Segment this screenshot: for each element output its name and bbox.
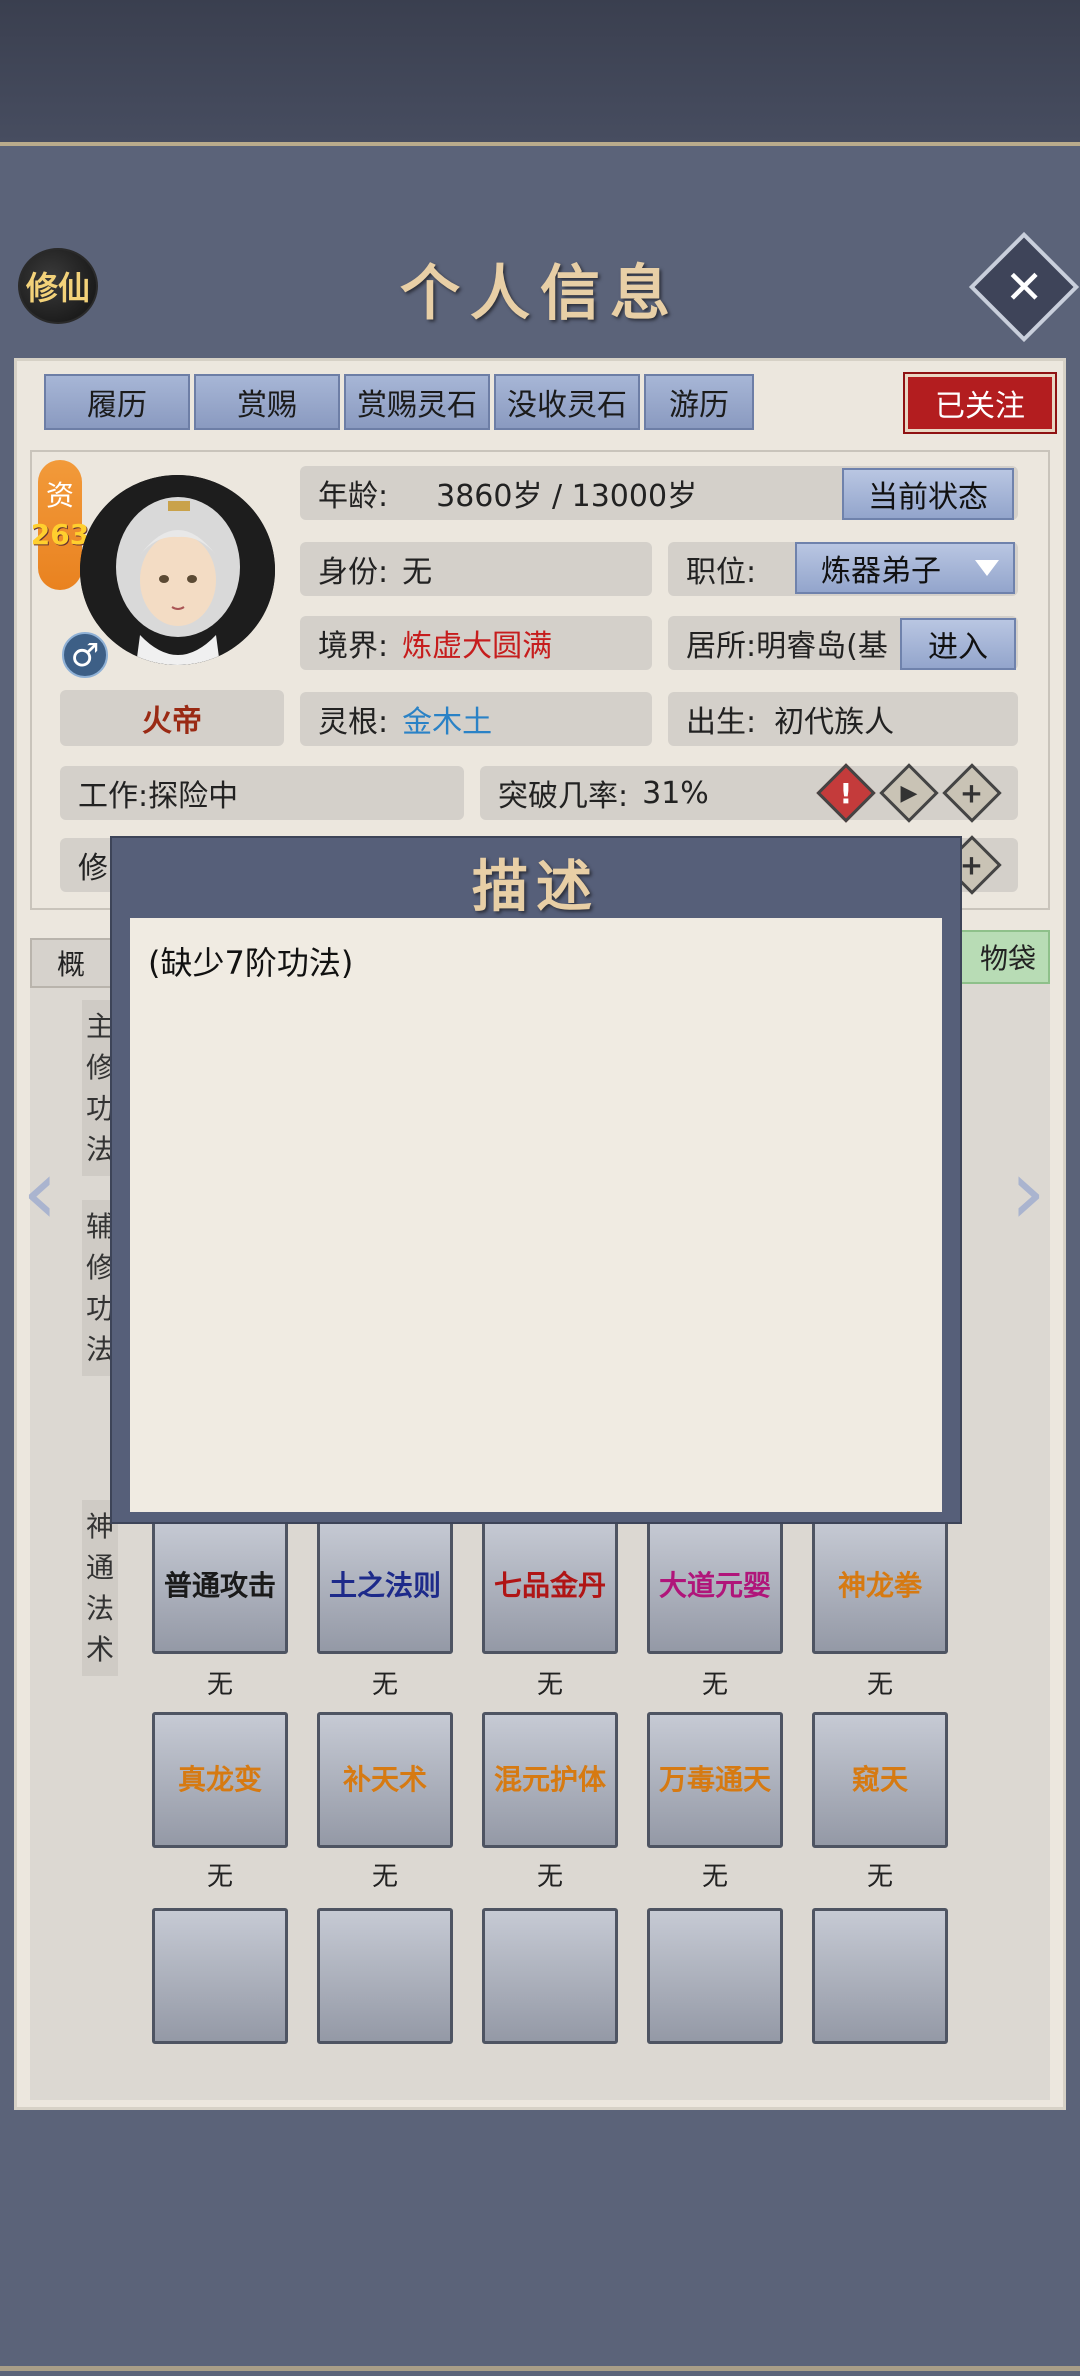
residence-value: 明睿岛(基 [756, 629, 888, 664]
modal-title: 描述 [472, 854, 600, 920]
label-char: 法 [85, 1592, 114, 1625]
label-char: 术 [85, 1633, 114, 1666]
skill-status: 无 [371, 1862, 398, 1892]
skill-tile[interactable]: 窥天 [812, 1712, 948, 1848]
followed-button[interactable]: 已关注 [905, 374, 1055, 432]
xiuxian-badge[interactable]: 修仙 [18, 248, 98, 324]
skill-status: 无 [536, 1862, 563, 1892]
work-label: 工作: [78, 779, 149, 814]
previous-arrow-icon[interactable]: ‹ [22, 1140, 58, 1245]
skill-status: 无 [536, 1670, 563, 1700]
skill-tile[interactable]: 神龙拳 [812, 1518, 948, 1654]
tab-confiscate-spirit-stone[interactable]: 没收灵石 [494, 374, 640, 430]
tab-travel[interactable]: 游历 [644, 374, 754, 430]
tab-overview[interactable]: 概 [30, 938, 112, 988]
skill-name: 神龙拳 [837, 1569, 922, 1602]
plus-icon: + [960, 848, 984, 882]
skill-name: 七品金丹 [493, 1569, 606, 1602]
aptitude-value: 263 [30, 518, 90, 551]
skill-tile[interactable]: 土之法则 [317, 1518, 453, 1654]
empty-skill-slot[interactable] [812, 1908, 948, 2044]
label-char: 通 [85, 1551, 114, 1584]
skill-status: 无 [701, 1670, 728, 1700]
hidden-row-label: 修 [78, 851, 108, 886]
realm-row: 境界: 炼虚大圆满 [300, 616, 652, 670]
next-arrow-icon[interactable]: › [1010, 1140, 1046, 1245]
avatar-portrait [80, 475, 275, 665]
skill-tile[interactable]: 大道元婴 [647, 1518, 783, 1654]
spirit-root-row: 灵根: 金木土 [300, 692, 652, 746]
realm-label: 境界: [318, 629, 389, 664]
current-status-button[interactable]: 当前状态 [842, 468, 1014, 520]
residence-label: 居所: [686, 629, 757, 664]
birth-row: 出生: 初代族人 [668, 692, 1018, 746]
page-title: 个人信息 [400, 259, 680, 329]
close-icon: ✕ [1004, 259, 1044, 314]
tab-history[interactable]: 履历 [44, 374, 190, 430]
skill-status: 无 [866, 1670, 893, 1700]
empty-skill-slot[interactable] [647, 1908, 783, 2044]
skill-tile[interactable]: 混元护体 [482, 1712, 618, 1848]
skill-status: 无 [206, 1862, 233, 1892]
avatar[interactable] [80, 475, 275, 665]
skill-tile[interactable]: 真龙变 [152, 1712, 288, 1848]
male-gender-icon: ♂ [62, 632, 108, 678]
aptitude-label: 资 [45, 479, 74, 512]
bottom-divider [0, 2366, 1080, 2371]
skill-tile[interactable]: 普通攻击 [152, 1518, 288, 1654]
skill-name: 补天术 [342, 1763, 427, 1796]
enter-button[interactable]: 进入 [900, 618, 1016, 670]
tab-reward-spirit-stone[interactable]: 赏赐灵石 [344, 374, 490, 430]
play-icon: ▶ [900, 780, 918, 806]
top-band [0, 0, 1080, 142]
skill-status: 无 [866, 1862, 893, 1892]
character-name: 火帝 [60, 690, 284, 746]
skill-tile[interactable]: 补天术 [317, 1712, 453, 1848]
realm-value: 炼虚大圆满 [402, 629, 553, 664]
skill-name: 混元护体 [493, 1763, 606, 1796]
birth-value: 初代族人 [774, 705, 895, 740]
skill-name: 普通攻击 [163, 1569, 276, 1602]
work-row: 工作: 探险中 [60, 766, 464, 820]
skill-status: 无 [701, 1862, 728, 1892]
plus-icon: + [960, 776, 984, 810]
spirit-root-value: 金木土 [402, 705, 493, 740]
skill-name: 大道元婴 [658, 1569, 771, 1602]
position-label: 职位: [686, 555, 757, 590]
dropdown-arrow-icon [975, 560, 999, 576]
breakthrough-label: 突破几率: [498, 779, 629, 814]
identity-row: 身份: 无 [300, 542, 652, 596]
skill-name: 土之法则 [328, 1569, 441, 1602]
identity-value: 无 [402, 555, 433, 590]
alert-icon: ! [839, 776, 853, 810]
spirit-root-label: 灵根: [318, 705, 389, 740]
skill-name: 真龙变 [177, 1763, 262, 1796]
position-select[interactable]: 炼器弟子 [795, 542, 1015, 594]
age-value: 3860岁 / 13000岁 [436, 479, 698, 514]
position-value: 炼器弟子 [821, 554, 941, 589]
tab-bag[interactable]: 物袋 [950, 930, 1050, 984]
skill-name: 窥天 [851, 1763, 908, 1796]
age-label: 年龄: [318, 479, 389, 514]
birth-label: 出生: [686, 705, 757, 740]
skill-name: 万毒通天 [658, 1763, 771, 1796]
tab-reward[interactable]: 赏赐 [194, 374, 340, 430]
identity-label: 身份: [318, 555, 389, 590]
modal-body: (缺少7阶功法) [130, 918, 942, 1512]
breakthrough-value: 31% [642, 775, 709, 811]
skill-tile[interactable]: 七品金丹 [482, 1518, 618, 1654]
empty-skill-slot[interactable] [152, 1908, 288, 2044]
skill-status: 无 [206, 1670, 233, 1700]
empty-skill-slot[interactable] [317, 1908, 453, 2044]
work-value: 探险中 [148, 779, 239, 814]
empty-skill-slot[interactable] [482, 1908, 618, 2044]
modal-description-text: (缺少7阶功法) [148, 944, 354, 982]
skill-status: 无 [371, 1670, 398, 1700]
skill-tile[interactable]: 万毒通天 [647, 1712, 783, 1848]
divine-arts-label: 神 通 法 术 [82, 1500, 118, 1676]
